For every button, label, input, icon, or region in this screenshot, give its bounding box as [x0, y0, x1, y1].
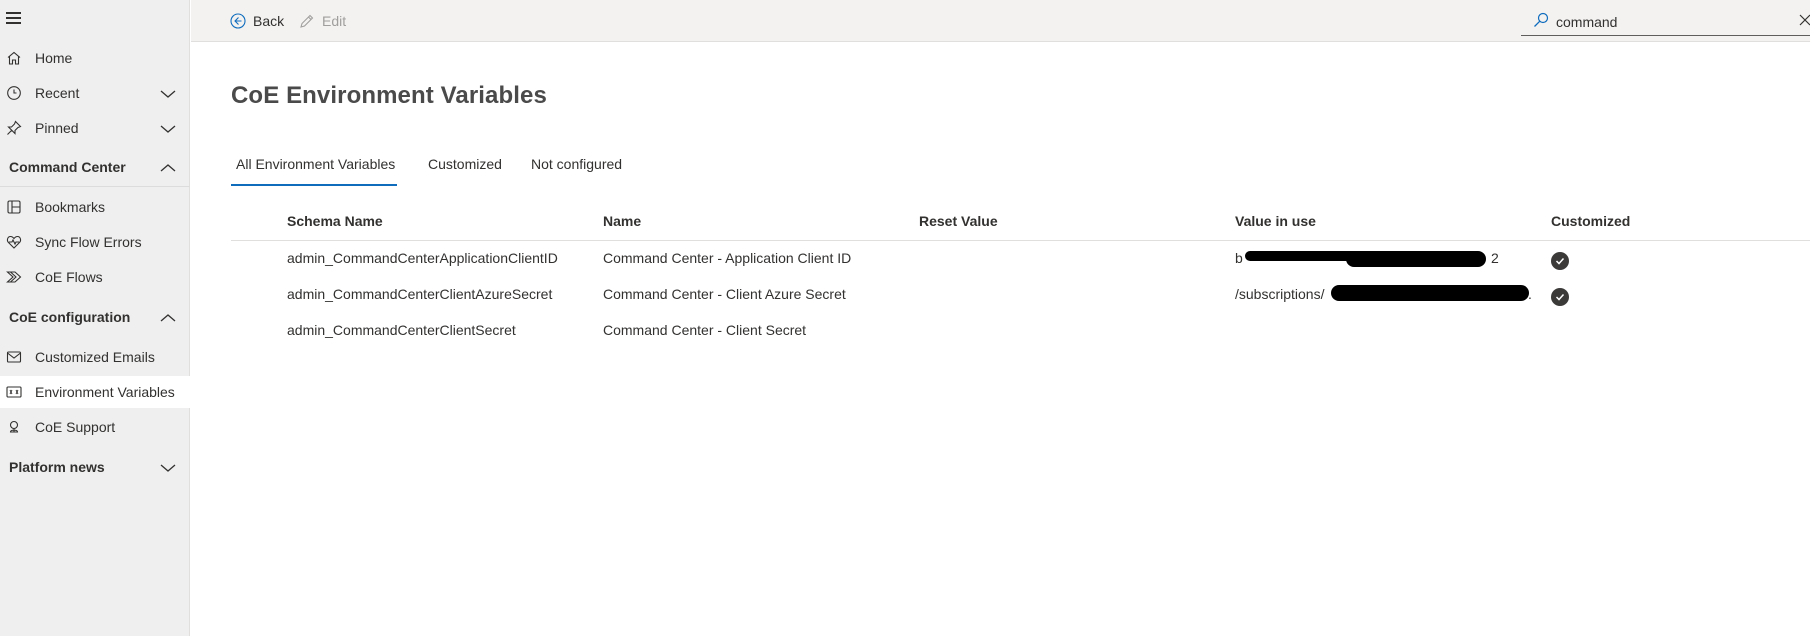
- sidebar-item-label: Home: [35, 50, 73, 66]
- group-label: Platform news: [9, 459, 105, 475]
- chevron-down-icon[interactable]: [160, 121, 176, 137]
- table-row[interactable]: admin_CommandCenterClientAzureSecret Com…: [231, 277, 1810, 313]
- sidebar-item-label: Environment Variables: [35, 384, 175, 400]
- table-row[interactable]: admin_CommandCenterApplicationClientID C…: [231, 241, 1810, 277]
- sidebar-item-home[interactable]: Home: [0, 42, 190, 74]
- chevron-up-icon[interactable]: [160, 310, 176, 326]
- sidebar-item-environment-variables[interactable]: Environment Variables: [0, 376, 190, 408]
- column-header-value-in-use[interactable]: Value in use: [1235, 213, 1316, 229]
- chevron-down-icon[interactable]: [160, 86, 176, 102]
- redaction-mark: [1346, 251, 1486, 267]
- bookmarks-icon: [5, 198, 23, 216]
- tab-all-environment-variables[interactable]: All Environment Variables: [231, 150, 398, 186]
- sidebar-item-bookmarks[interactable]: Bookmarks: [0, 191, 190, 223]
- cell-value-prefix: /subscriptions/: [1235, 286, 1325, 302]
- chevron-down-icon[interactable]: [160, 460, 176, 476]
- sidebar: Home Recent Pinned Command Center Bookma…: [0, 0, 190, 636]
- sidebar-item-label: Sync Flow Errors: [35, 234, 142, 250]
- group-label: Command Center: [9, 158, 126, 175]
- cell-name: Command Center - Application Client ID: [603, 250, 852, 266]
- sidebar-item-customized-emails[interactable]: Customized Emails: [0, 341, 190, 373]
- search-input[interactable]: command: [1556, 14, 1617, 30]
- command-bar: Back Edit command: [191, 0, 1810, 42]
- cell-name: Command Center - Client Azure Secret: [603, 286, 846, 302]
- back-arrow-icon: [230, 13, 246, 29]
- grid-header: Schema Name Name Reset Value Value in us…: [231, 205, 1810, 241]
- pencil-icon: [299, 13, 315, 29]
- clear-search-icon[interactable]: [1799, 13, 1810, 31]
- back-button[interactable]: Back: [230, 10, 284, 32]
- cell-schema-name: admin_CommandCenterClientAzureSecret: [287, 286, 553, 302]
- search-box[interactable]: command: [1521, 6, 1810, 36]
- column-header-schema-name[interactable]: Schema Name: [287, 213, 383, 229]
- tab-not-configured[interactable]: Not configured: [531, 150, 622, 186]
- column-header-name[interactable]: Name: [603, 213, 641, 229]
- mail-icon: [5, 348, 23, 366]
- sidebar-item-label: Customized Emails: [35, 349, 155, 365]
- sidebar-item-sync-flow-errors[interactable]: Sync Flow Errors: [0, 226, 190, 258]
- tab-customized[interactable]: Customized: [428, 150, 502, 186]
- sidebar-item-label: Recent: [35, 85, 80, 101]
- sidebar-item-recent[interactable]: Recent: [0, 77, 190, 109]
- column-header-reset-value[interactable]: Reset Value: [919, 213, 998, 229]
- sidebar-item-label: Pinned: [35, 120, 79, 136]
- customized-check-icon: [1551, 288, 1569, 306]
- group-label: CoE configuration: [9, 309, 131, 325]
- chevron-up-icon[interactable]: [160, 160, 176, 176]
- heart-pulse-icon: [5, 233, 23, 251]
- edit-label: Edit: [322, 13, 347, 29]
- cell-schema-name: admin_CommandCenterClientSecret: [287, 322, 516, 338]
- sidebar-item-label: CoE Support: [35, 419, 116, 435]
- hamburger-menu-icon[interactable]: [6, 12, 22, 28]
- table-row[interactable]: admin_CommandCenterClientSecret Command …: [231, 313, 1810, 349]
- cell-value-suffix: 2: [1491, 250, 1499, 266]
- cell-schema-name: admin_CommandCenterApplicationClientID: [287, 250, 558, 266]
- home-icon: [5, 49, 23, 67]
- page-title: CoE Environment Variables: [231, 82, 547, 109]
- variables-icon: [5, 383, 23, 401]
- support-icon: [5, 418, 23, 436]
- column-header-customized[interactable]: Customized: [1551, 213, 1630, 229]
- sidebar-item-label: CoE Flows: [35, 269, 103, 285]
- customized-check-icon: [1551, 252, 1569, 270]
- cell-value-prefix: b: [1235, 250, 1243, 266]
- sidebar-group-platform-news[interactable]: Platform news: [0, 447, 190, 487]
- flow-icon: [5, 268, 23, 286]
- sidebar-item-coe-flows[interactable]: CoE Flows: [0, 261, 190, 293]
- clock-icon: [5, 84, 23, 102]
- sidebar-item-label: Bookmarks: [35, 199, 106, 215]
- back-label: Back: [253, 13, 285, 29]
- edit-button[interactable]: Edit: [299, 10, 346, 32]
- sidebar-item-coe-support[interactable]: CoE Support: [0, 411, 190, 443]
- cell-name: Command Center - Client Secret: [603, 322, 807, 338]
- redaction-mark: [1331, 285, 1529, 301]
- sidebar-item-pinned[interactable]: Pinned: [0, 112, 190, 144]
- search-icon: [1533, 12, 1549, 33]
- sidebar-group-coe-configuration[interactable]: CoE configuration: [0, 297, 190, 337]
- sidebar-group-command-center[interactable]: Command Center: [0, 147, 190, 187]
- pin-icon: [5, 119, 23, 137]
